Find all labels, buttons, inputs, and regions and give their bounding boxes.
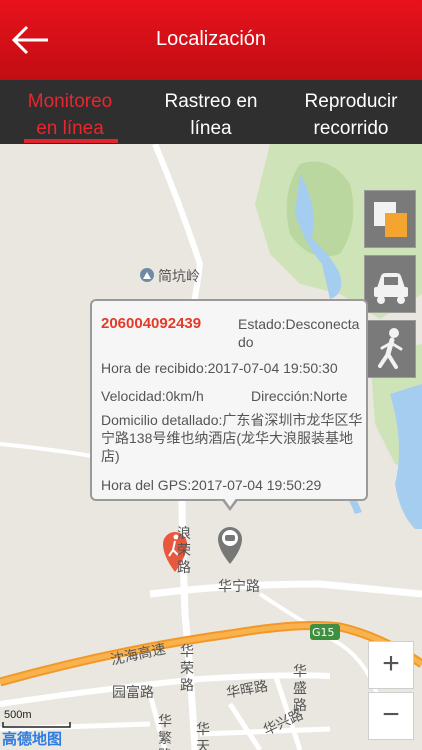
map-layer-icon [374, 202, 407, 237]
tab-reproducir[interactable]: Reproducir recorrido [292, 88, 410, 142]
device-status: Estado:Desconectado [238, 316, 360, 350]
poi-label: 简坑岭 [158, 269, 200, 285]
walking-person-icon [378, 328, 403, 369]
received-time: Hora de recibido:2017-07-04 19:50:30 [101, 360, 338, 376]
road-label-yuanfu: 园富路 [112, 685, 154, 701]
device-imei: 206004092439 [101, 315, 202, 332]
app-header: Localización [0, 0, 422, 80]
road-label-langrong: 浪荣路 [177, 526, 191, 576]
zoom-out-button[interactable]: − [368, 692, 414, 740]
road-label-huarong: 华荣路 [180, 644, 194, 694]
device-info-popup: 206004092439 Estado:Desconectado Hora de… [90, 299, 368, 501]
popup-pointer [221, 497, 239, 511]
address-label: Domicilio detallado:广东省深圳市龙华区华宁路138号维也纳酒… [101, 412, 363, 464]
active-tab-indicator [24, 139, 118, 143]
car-mode-button[interactable] [364, 255, 416, 313]
car-icon [374, 273, 408, 304]
map-layer-button[interactable] [364, 190, 416, 248]
mountain-poi-icon [140, 268, 154, 282]
map-provider-logo: 高德地图 [2, 730, 63, 748]
road-label-huatian: 华天路 [196, 722, 210, 750]
road-label-huaning: 华宁路 [218, 579, 260, 595]
speed-label: Velocidad:0km/h [101, 388, 204, 404]
tab-bar: Monitoreo en línea Rastreo en línea Repr… [0, 80, 422, 144]
map-scale: 500m [4, 709, 32, 721]
car-marker-icon[interactable] [218, 527, 242, 564]
zoom-in-button[interactable]: + [368, 641, 414, 689]
tab-rastreo[interactable]: Rastreo en línea [152, 88, 270, 142]
tab-monitoreo[interactable]: Monitoreo en línea [14, 88, 126, 142]
page-title: Localización [155, 28, 267, 50]
highway-badge: G15 [312, 626, 335, 639]
road-label-huafan: 华繁路 [158, 714, 172, 750]
gps-time: Hora del GPS:2017-07-04 19:50:29 [101, 477, 322, 493]
direction-label: Dirección:Norte [251, 388, 348, 404]
walk-mode-button[interactable] [364, 320, 416, 378]
